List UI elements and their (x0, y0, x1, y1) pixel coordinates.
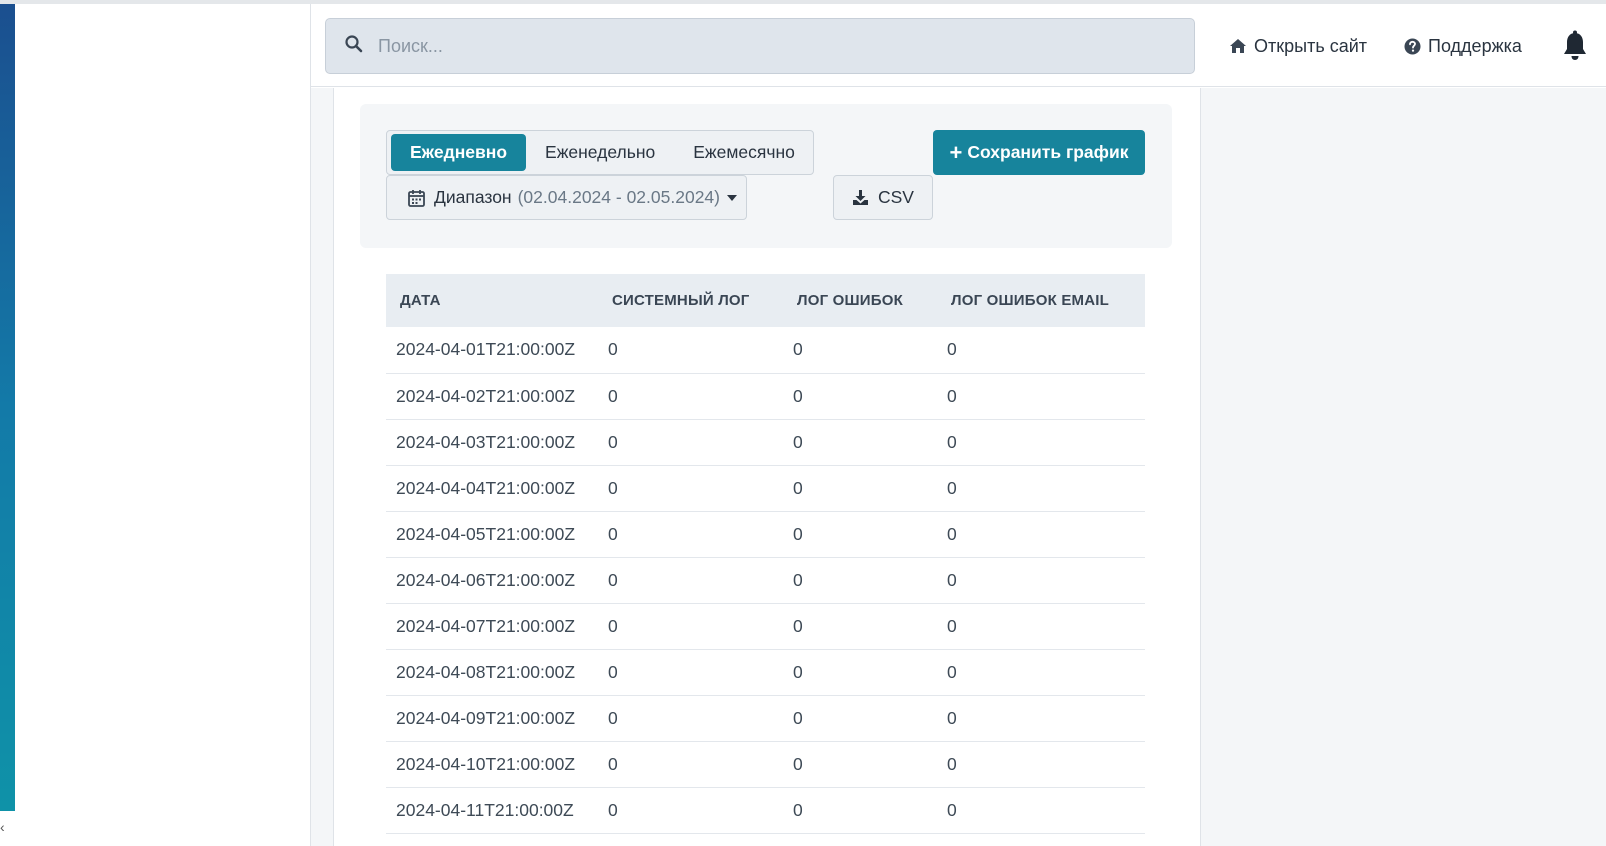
column-header-error-log[interactable]: ЛОГ ОШИБОК (783, 274, 937, 327)
period-daily-button[interactable]: Ежедневно (391, 134, 527, 171)
system-log-cell: 0 (598, 603, 783, 650)
email-error-log-cell: 0 (937, 373, 1145, 420)
email-error-log-cell: 0 (937, 465, 1145, 512)
error-log-cell: 0 (783, 511, 937, 558)
column-header-system-log[interactable]: СИСТЕМНЫЙ ЛОГ (598, 274, 783, 327)
table-body: 2024-04-01T21:00:00Z 0 0 0 2024-04-02T21:00:… (386, 327, 1145, 834)
email-error-log-cell: 0 (937, 695, 1145, 742)
email-error-log-cell: 0 (937, 327, 1145, 374)
email-error-log-cell: 0 (937, 787, 1145, 834)
system-log-cell: 0 (598, 695, 783, 742)
error-log-cell: 0 (783, 373, 937, 420)
caret-down-icon (727, 194, 737, 201)
table-row: 2024-04-02T21:00:00Z 0 0 0 (386, 373, 1145, 420)
error-log-cell: 0 (783, 649, 937, 696)
question-circle-icon (1404, 38, 1421, 54)
date-cell: 2024-04-02T21:00:00Z (386, 373, 598, 420)
bell-icon[interactable] (1561, 30, 1589, 62)
open-site-link[interactable]: Открыть сайт (1229, 34, 1367, 58)
plus-icon: + (949, 139, 963, 165)
sidebar-accent-strip (0, 4, 15, 811)
date-cell: 2024-04-09T21:00:00Z (386, 695, 598, 742)
error-log-cell: 0 (783, 557, 937, 604)
system-log-cell: 0 (598, 787, 783, 834)
system-log-cell: 0 (598, 419, 783, 466)
table-row: 2024-04-05T21:00:00Z 0 0 0 (386, 511, 1145, 558)
system-log-cell: 0 (598, 741, 783, 788)
error-log-cell: 0 (783, 787, 937, 834)
system-log-cell: 0 (598, 557, 783, 604)
system-log-cell: 0 (598, 373, 783, 420)
csv-label: CSV (878, 187, 914, 207)
support-link[interactable]: Поддержка (1404, 34, 1522, 58)
date-cell: 2024-04-10T21:00:00Z (386, 741, 598, 788)
chevron-left-icon[interactable]: ‹ (0, 818, 12, 836)
date-cell: 2024-04-03T21:00:00Z (386, 419, 598, 466)
error-log-cell: 0 (783, 465, 937, 512)
email-error-log-cell: 0 (937, 419, 1145, 466)
open-site-label: Открыть сайт (1254, 35, 1368, 56)
error-log-cell: 0 (783, 419, 937, 466)
save-chart-label: Сохранить график (967, 142, 1129, 162)
period-weekly-button[interactable]: Еженедельно (526, 134, 674, 171)
period-toggle-group: Ежедневно Еженедельно Ежемесячно (386, 130, 814, 175)
table-row: 2024-04-07T21:00:00Z 0 0 0 (386, 603, 1145, 650)
date-cell: 2024-04-05T21:00:00Z (386, 511, 598, 558)
support-label: Поддержка (1428, 35, 1522, 56)
table-row: 2024-04-10T21:00:00Z 0 0 0 (386, 741, 1145, 788)
date-cell: 2024-04-04T21:00:00Z (386, 465, 598, 512)
table-row: 2024-04-09T21:00:00Z 0 0 0 (386, 695, 1145, 742)
column-header-date[interactable]: ДАТА (386, 274, 598, 327)
system-log-cell: 0 (598, 465, 783, 512)
system-log-cell: 0 (598, 327, 783, 374)
table-row: 2024-04-11T21:00:00Z 0 0 0 (386, 787, 1145, 834)
search-icon (345, 35, 363, 53)
error-log-cell: 0 (783, 695, 937, 742)
period-monthly-button[interactable]: Ежемесячно (674, 134, 814, 171)
email-error-log-cell: 0 (937, 741, 1145, 788)
home-icon (1230, 39, 1246, 53)
sidebar (15, 4, 311, 846)
top-header: Открыть сайт Поддержка (311, 4, 1606, 87)
error-log-cell: 0 (783, 741, 937, 788)
date-range-value: (02.04.2024 - 02.05.2024) (517, 187, 720, 207)
save-chart-button[interactable]: + Сохранить график (933, 130, 1145, 175)
csv-export-button[interactable]: CSV (833, 175, 933, 220)
date-cell: 2024-04-01T21:00:00Z (386, 327, 598, 374)
date-cell: 2024-04-08T21:00:00Z (386, 649, 598, 696)
error-log-cell: 0 (783, 327, 937, 374)
table-row: 2024-04-08T21:00:00Z 0 0 0 (386, 649, 1145, 696)
date-range-button[interactable]: Диапазон (02.04.2024 - 02.05.2024) (386, 175, 747, 220)
search-bar[interactable] (325, 18, 1195, 74)
email-error-log-cell: 0 (937, 603, 1145, 650)
download-icon (853, 190, 868, 205)
date-cell: 2024-04-07T21:00:00Z (386, 603, 598, 650)
email-error-log-cell: 0 (937, 557, 1145, 604)
table-row: 2024-04-04T21:00:00Z 0 0 0 (386, 465, 1145, 512)
table-row: 2024-04-01T21:00:00Z 0 0 0 (386, 327, 1145, 374)
table-row: 2024-04-03T21:00:00Z 0 0 0 (386, 419, 1145, 466)
email-error-log-cell: 0 (937, 649, 1145, 696)
calendar-icon (408, 189, 425, 207)
table-row: 2024-04-06T21:00:00Z 0 0 0 (386, 557, 1145, 604)
search-input[interactable] (378, 29, 1158, 63)
system-log-cell: 0 (598, 649, 783, 696)
column-header-email-error-log[interactable]: ЛОГ ОШИБОК EMAIL (937, 274, 1145, 327)
table-header-row: ДАТА СИСТЕМНЫЙ ЛОГ ЛОГ ОШИБОК ЛОГ ОШИБОК… (386, 274, 1145, 327)
date-cell: 2024-04-06T21:00:00Z (386, 557, 598, 604)
logs-table: ДАТА СИСТЕМНЫЙ ЛОГ ЛОГ ОШИБОК ЛОГ ОШИБОК… (386, 274, 1145, 834)
email-error-log-cell: 0 (937, 511, 1145, 558)
system-log-cell: 0 (598, 511, 783, 558)
date-cell: 2024-04-11T21:00:00Z (386, 787, 598, 834)
error-log-cell: 0 (783, 603, 937, 650)
date-range-label: Диапазон (434, 187, 512, 207)
